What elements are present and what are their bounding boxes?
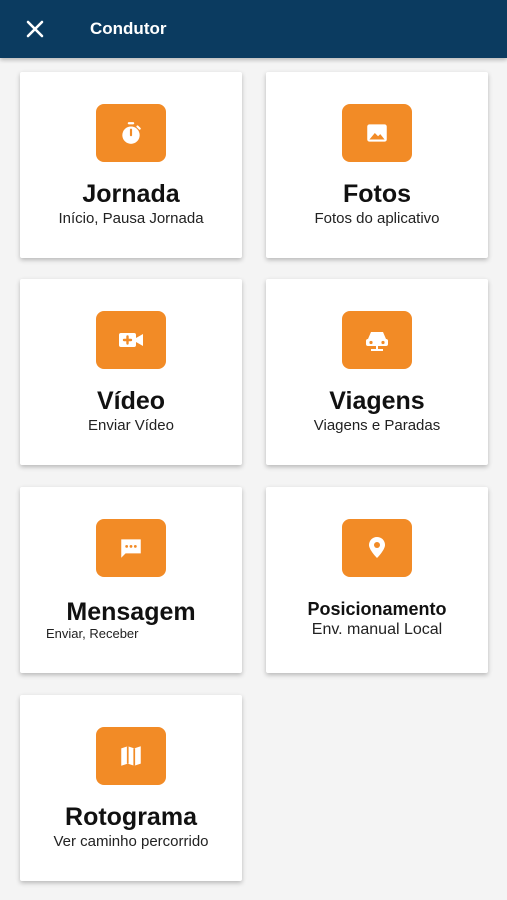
video-add-icon <box>96 311 166 369</box>
card-subtitle: Início, Pausa Jornada <box>58 210 204 227</box>
close-button[interactable] <box>22 16 48 42</box>
stopwatch-icon <box>96 104 166 162</box>
page-title: Condutor <box>90 19 167 38</box>
card-title: Fotos <box>342 180 412 208</box>
menu-card-mensagem[interactable]: Mensagem Enviar, Receber <box>20 487 242 673</box>
car-icon <box>342 311 412 369</box>
location-pin-icon <box>342 519 412 577</box>
card-subtitle: Env. manual Local <box>311 621 443 638</box>
app-bar: Condutor <box>0 0 507 58</box>
menu-card-rotograma[interactable]: Rotograma Ver caminho percorrido <box>20 695 242 881</box>
menu-card-posicionamento[interactable]: Posicionamento Env. manual Local <box>266 487 488 673</box>
card-subtitle: Enviar Vídeo <box>88 417 174 434</box>
menu-card-viagens[interactable]: Viagens Viagens e Paradas <box>266 279 488 465</box>
image-icon <box>342 104 412 162</box>
card-subtitle: Fotos do aplicativo <box>314 210 440 227</box>
card-title: Jornada <box>82 180 180 208</box>
card-title: Viagens <box>329 387 425 415</box>
menu-card-jornada[interactable]: Jornada Início, Pausa Jornada <box>20 72 242 258</box>
card-subtitle: Viagens e Paradas <box>313 417 441 434</box>
menu-card-video[interactable]: Vídeo Enviar Vídeo <box>20 279 242 465</box>
menu-card-fotos[interactable]: Fotos Fotos do aplicativo <box>266 72 488 258</box>
card-title: Vídeo <box>96 387 166 415</box>
card-title: Posicionamento <box>307 599 447 619</box>
close-icon <box>26 20 44 38</box>
message-icon <box>96 519 166 577</box>
card-title: Rotograma <box>65 803 197 831</box>
card-title: Mensagem <box>66 598 196 626</box>
map-icon <box>96 727 166 785</box>
card-subtitle: Ver caminho percorrido <box>53 833 209 850</box>
card-subtitle: Enviar, Receber <box>46 626 139 641</box>
